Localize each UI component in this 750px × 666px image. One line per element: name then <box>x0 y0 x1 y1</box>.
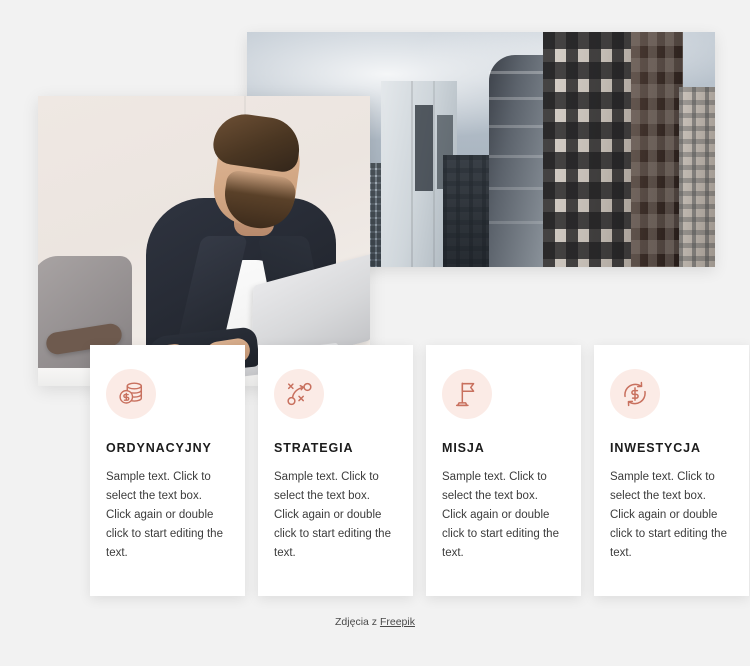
businessman-laptop-photo <box>38 96 370 386</box>
feature-card-text: Sample text. Click to select the text bo… <box>106 471 223 559</box>
building-right-sliver <box>679 87 715 267</box>
feature-card-text: Sample text. Click to select the text bo… <box>442 471 559 559</box>
feature-card[interactable]: MISJA Sample text. Click to select the t… <box>426 345 581 596</box>
money-exchange-icon <box>610 369 660 419</box>
feature-card[interactable]: INWESTYCJA Sample text. Click to select … <box>594 345 749 596</box>
coin-stack-icon <box>106 369 156 419</box>
photo-credit-prefix: Zdjęcia z <box>335 616 380 628</box>
photo-credit: Zdjęcia z Freepik <box>0 616 750 628</box>
freepik-link[interactable]: Freepik <box>380 616 415 628</box>
feature-card[interactable]: STRATEGIA Sample text. Click to select t… <box>258 345 413 596</box>
feature-card-text: Sample text. Click to select the text bo… <box>610 471 727 559</box>
flag-icon <box>442 369 492 419</box>
page-stage: ORDYNACYJNY Sample text. Click to select… <box>0 0 750 666</box>
feature-card[interactable]: ORDYNACYJNY Sample text. Click to select… <box>90 345 245 596</box>
feature-card-title: MISJA <box>442 441 485 455</box>
feature-card-title: ORDYNACYJNY <box>106 441 212 455</box>
building-dark-brick <box>631 32 683 267</box>
strategy-icon <box>274 369 324 419</box>
building-pale-concrete <box>543 32 635 267</box>
feature-card-text: Sample text. Click to select the text bo… <box>274 471 391 559</box>
feature-card-title: INWESTYCJA <box>610 441 701 455</box>
feature-card-list: ORDYNACYJNY Sample text. Click to select… <box>90 345 749 596</box>
building-curved-balcony <box>489 55 547 267</box>
feature-card-title: STRATEGIA <box>274 441 354 455</box>
